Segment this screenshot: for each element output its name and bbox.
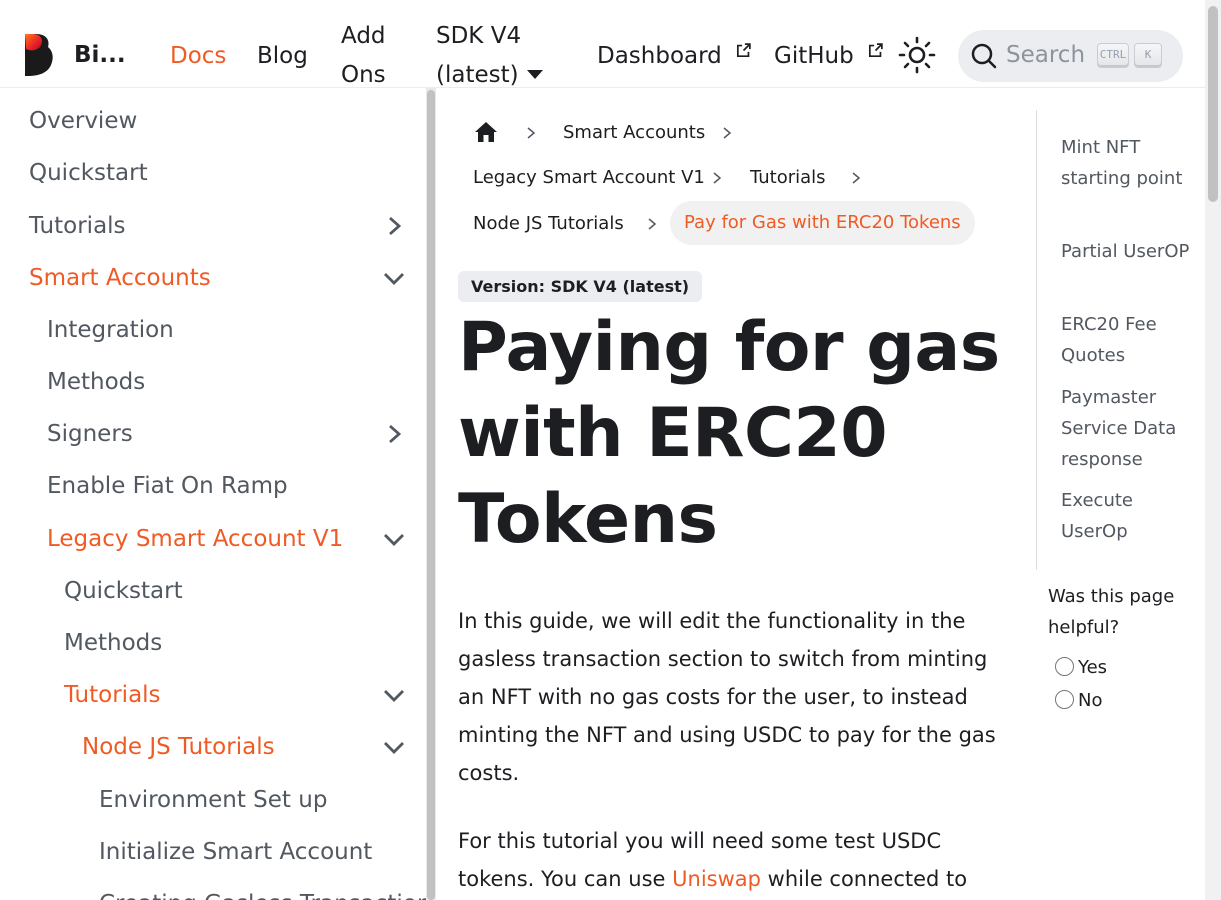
sidebar-item-signers[interactable]: Signers (47, 421, 133, 447)
nav-dashboard-link[interactable]: Dashboard (597, 37, 752, 76)
sidebar-scrollbar-thumb[interactable] (427, 90, 435, 900)
toc-item-erc20-fee-quotes[interactable]: ERC20 Fee Quotes (1061, 309, 1191, 371)
ctrl-key-hint: CTRL (1097, 43, 1129, 68)
nav-github-label: GitHub (774, 43, 854, 69)
nav-addons-line1: Add (341, 23, 386, 49)
nav-addons-link[interactable]: Add Ons (341, 17, 386, 95)
version-dropdown[interactable]: SDK V4 (latest) (436, 17, 543, 95)
search-input[interactable] (1006, 40, 1096, 70)
intro-paragraph: In this guide, we will edit the function… (458, 609, 996, 785)
chevron-down-icon[interactable] (384, 269, 404, 289)
sidebar-item-smart-accounts[interactable]: Smart Accounts (29, 265, 211, 291)
chevron-right-icon (713, 172, 722, 184)
version-dropdown-line2: (latest) (436, 62, 519, 88)
chevron-down-icon[interactable] (384, 686, 404, 706)
feedback-no-radio[interactable] (1055, 690, 1074, 709)
chevron-right-icon[interactable] (384, 424, 404, 444)
sun-icon[interactable] (898, 36, 936, 74)
external-link-icon (868, 43, 883, 58)
chevron-down-icon[interactable] (384, 530, 404, 550)
chevron-right-icon[interactable] (384, 216, 404, 236)
table-of-contents: Mint NFT starting point Partial UserOP E… (1036, 110, 1189, 570)
sidebar-item-tutorials[interactable]: Tutorials (29, 213, 126, 239)
caret-down-icon (526, 70, 543, 79)
nav-blog-link[interactable]: Blog (257, 37, 308, 76)
prerequisite-text-after: while connected to (760, 867, 968, 891)
sidebar-item-legacy-quickstart[interactable]: Quickstart (64, 578, 183, 604)
sidebar-item-node-js-tutorials[interactable]: Node JS Tutorials (82, 734, 275, 760)
search-box[interactable]: CTRL K (958, 30, 1183, 82)
prerequisite-paragraph: For this tutorial you will need some tes… (458, 822, 1003, 898)
toc-item-paymaster-response[interactable]: Paymaster Service Data response (1061, 382, 1191, 475)
home-icon[interactable] (474, 121, 498, 143)
breadcrumb-legacy-smart-account[interactable]: Legacy Smart Account V1 (473, 167, 705, 188)
toc-item-partial-userop[interactable]: Partial UserOP (1061, 236, 1191, 267)
nav-github-link[interactable]: GitHub (774, 37, 884, 76)
page-scrollbar-thumb[interactable] (1208, 6, 1218, 202)
toc-item-mint-nft[interactable]: Mint NFT starting point (1061, 132, 1191, 194)
breadcrumb-node-js-tutorials[interactable]: Node JS Tutorials (473, 213, 624, 234)
sidebar-item-quickstart[interactable]: Quickstart (29, 160, 148, 186)
chevron-down-icon[interactable] (384, 738, 404, 758)
nav-dashboard-label: Dashboard (597, 43, 722, 69)
sidebar-item-initialize-smart-account[interactable]: Initialize Smart Account (99, 839, 372, 865)
brand-logo-icon[interactable] (22, 32, 54, 78)
feedback-question: Was this page helpful? (1048, 586, 1175, 638)
sidebar-item-enable-fiat-on-ramp[interactable]: Enable Fiat On Ramp (47, 473, 288, 499)
chevron-right-icon (852, 172, 861, 184)
brand-name[interactable]: Bi... (74, 42, 126, 68)
breadcrumb-current-page: Pay for Gas with ERC20 Tokens (670, 201, 975, 245)
version-dropdown-line1: SDK V4 (436, 23, 522, 49)
toc-item-execute-userop[interactable]: Execute UserOp (1061, 485, 1191, 547)
sidebar-item-legacy-smart-account[interactable]: Legacy Smart Account V1 (47, 526, 343, 552)
sidebar-item-methods[interactable]: Methods (47, 369, 145, 395)
page-title: Paying for gas with ERC20 Tokens (458, 308, 1000, 559)
sidebar-item-integration[interactable]: Integration (47, 317, 174, 343)
external-link-icon (737, 43, 751, 58)
breadcrumb-tutorials[interactable]: Tutorials (750, 167, 826, 188)
breadcrumb-smart-accounts[interactable]: Smart Accounts (563, 122, 705, 143)
version-badge: Version: SDK V4 (latest) (458, 271, 703, 302)
feedback-yes-label[interactable]: Yes (1078, 657, 1107, 678)
sidebar-item-legacy-methods[interactable]: Methods (64, 630, 162, 656)
feedback-yes-radio[interactable] (1055, 657, 1074, 676)
chevron-right-icon (527, 127, 536, 139)
sidebar-item-overview[interactable]: Overview (29, 108, 137, 134)
chevron-right-icon (723, 127, 732, 139)
sidebar-item-legacy-tutorials[interactable]: Tutorials (64, 682, 161, 708)
feedback-no-label[interactable]: No (1078, 690, 1102, 711)
k-key-hint: K (1134, 43, 1162, 68)
navbar: Bi... Docs Blog Add Ons SDK V4 (latest) … (0, 0, 1205, 88)
sidebar-item-environment-set-up[interactable]: Environment Set up (99, 787, 327, 813)
nav-docs-link[interactable]: Docs (170, 37, 226, 76)
chevron-right-icon (648, 218, 657, 230)
uniswap-link[interactable]: Uniswap (672, 867, 761, 891)
sidebar-item-creating-gasless-transactions[interactable]: Creating Gasless Transactions (99, 891, 426, 900)
sidebar: Overview Quickstart Tutorials Smart Acco… (0, 88, 426, 900)
search-icon (971, 43, 997, 69)
